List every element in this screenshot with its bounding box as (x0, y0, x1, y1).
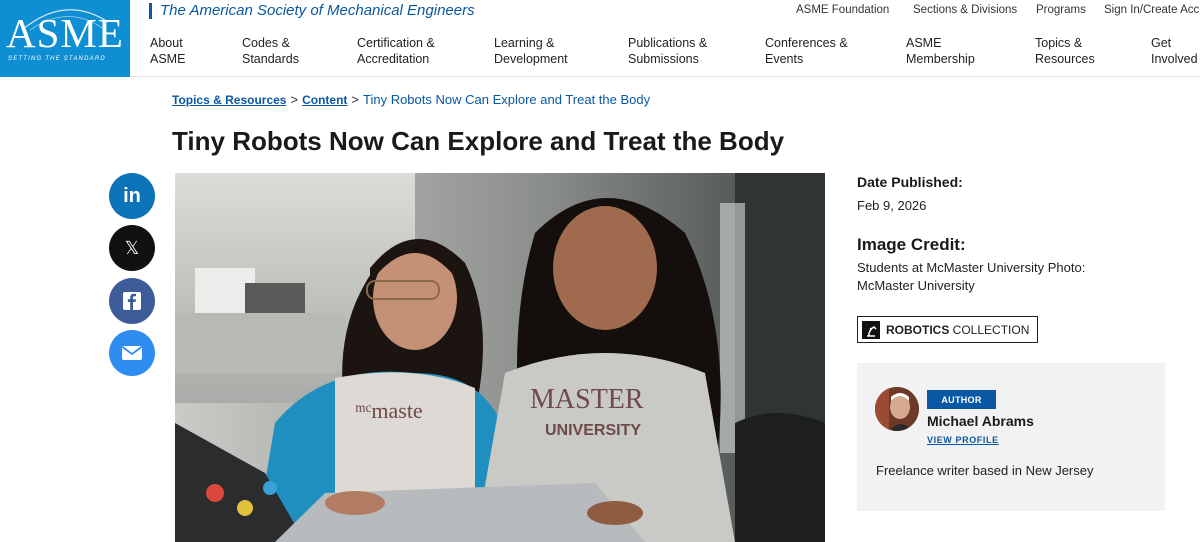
asme-logo[interactable]: ASME SETTING THE STANDARD (0, 0, 130, 77)
image-credit-label: Image Credit: (857, 235, 966, 254)
page-title: Tiny Robots Now Can Explore and Treat th… (172, 126, 785, 156)
students-photo-illustration: ᵐᶜmaste MASTER UNIVERSITY (175, 173, 825, 542)
date-published-label: Date Published: (857, 174, 963, 190)
nav-conf-line2: Events (765, 52, 804, 66)
shirt-text-university: UNIVERSITY (545, 422, 641, 439)
nav-topics-line2: Resources (1035, 52, 1095, 66)
breadcrumb-content-link[interactable]: Content (302, 93, 347, 107)
robot-arm-icon (862, 320, 880, 339)
util-link-programs[interactable]: Programs (1036, 4, 1086, 16)
share-email-button[interactable] (109, 330, 155, 376)
nav-get-involved[interactable]: Get Involved (1151, 35, 1198, 67)
nav-member-line2: Membership (906, 52, 975, 66)
nav-conf-line1: Conferences & (765, 36, 848, 50)
nav-learning-line1: Learning & (494, 36, 555, 50)
nav-membership[interactable]: ASME Membership (906, 35, 975, 67)
nav-involved-line1: Get (1151, 36, 1172, 50)
linkedin-icon: in (123, 184, 141, 207)
nav-about-line2: ASME (150, 52, 186, 66)
share-facebook-button[interactable] (109, 278, 155, 324)
author-badge: AUTHOR (927, 390, 996, 409)
util-link-sections[interactable]: Sections & Divisions (913, 4, 1017, 16)
shirt-text-master: MASTER (530, 384, 644, 415)
nav-pub-line1: Publications & (628, 36, 708, 50)
nav-involved-line2: Involved (1151, 52, 1198, 66)
nav-codes-line2: Standards (242, 52, 299, 66)
nav-certification[interactable]: Certification & Accreditation (357, 35, 435, 67)
util-link-sign-in[interactable]: Sign In/Create Acc (1104, 4, 1199, 16)
share-linkedin-button[interactable]: in (109, 173, 155, 219)
x-icon: 𝕏 (124, 237, 140, 258)
nav-codes-standards[interactable]: Codes & Standards (242, 35, 299, 67)
author-card: AUTHOR Michael Abrams VIEW PROFILE Freel… (857, 363, 1165, 511)
svg-text:ᵐᶜmaste: ᵐᶜmaste (355, 398, 423, 423)
logo-tagline: SETTING THE STANDARD (8, 56, 106, 62)
article-hero-image: ᵐᶜmaste MASTER UNIVERSITY (175, 173, 825, 542)
breadcrumb-current: Tiny Robots Now Can Explore and Treat th… (363, 92, 651, 107)
nav-about[interactable]: About ASME (150, 35, 185, 67)
collection-suffix: COLLECTION (949, 322, 1030, 337)
breadcrumb-topics-link[interactable]: Topics & Resources (172, 93, 286, 107)
breadcrumb: Topics & Resources > Content > Tiny Robots N… (172, 92, 650, 107)
logo-wordmark: ASME (6, 10, 124, 56)
author-name[interactable]: Michael Abrams (927, 413, 1034, 429)
breadcrumb-separator: > (351, 92, 359, 107)
share-x-button[interactable]: 𝕏 (109, 225, 155, 271)
robotics-collection-link[interactable]: ROBOTICS COLLECTION (857, 316, 1039, 343)
org-name[interactable]: The American Society of Mechanical Engin… (149, 3, 475, 19)
nav-learning-line2: Development (494, 52, 568, 66)
author-bio: Freelance writer based in New Jersey (876, 463, 1094, 478)
collection-name: ROBOTICS (886, 322, 950, 337)
view-profile-link[interactable]: VIEW PROFILE (927, 435, 999, 445)
util-link-foundation[interactable]: ASME Foundation (796, 4, 889, 16)
nav-conferences[interactable]: Conferences & Events (765, 35, 848, 67)
date-published-value: Feb 9, 2026 (857, 198, 927, 213)
nav-codes-line1: Codes & (242, 36, 290, 50)
nav-member-line1: ASME (906, 36, 942, 50)
nav-cert-line1: Certification & (357, 36, 435, 50)
nav-about-line1: About (150, 36, 183, 50)
facebook-icon (123, 292, 141, 310)
author-avatar[interactable] (875, 387, 919, 431)
nav-learning[interactable]: Learning & Development (494, 35, 568, 67)
image-credit-value: Students at McMaster University Photo: M… (857, 260, 1086, 293)
email-icon (121, 346, 143, 360)
nav-topics-line1: Topics & (1035, 36, 1083, 50)
header-divider (130, 76, 1200, 77)
breadcrumb-separator: > (290, 92, 299, 107)
nav-pub-line2: Submissions (628, 52, 699, 66)
nav-publications[interactable]: Publications & Submissions (628, 35, 707, 67)
nav-cert-line2: Accreditation (357, 52, 430, 66)
nav-topics[interactable]: Topics & Resources (1035, 35, 1095, 67)
